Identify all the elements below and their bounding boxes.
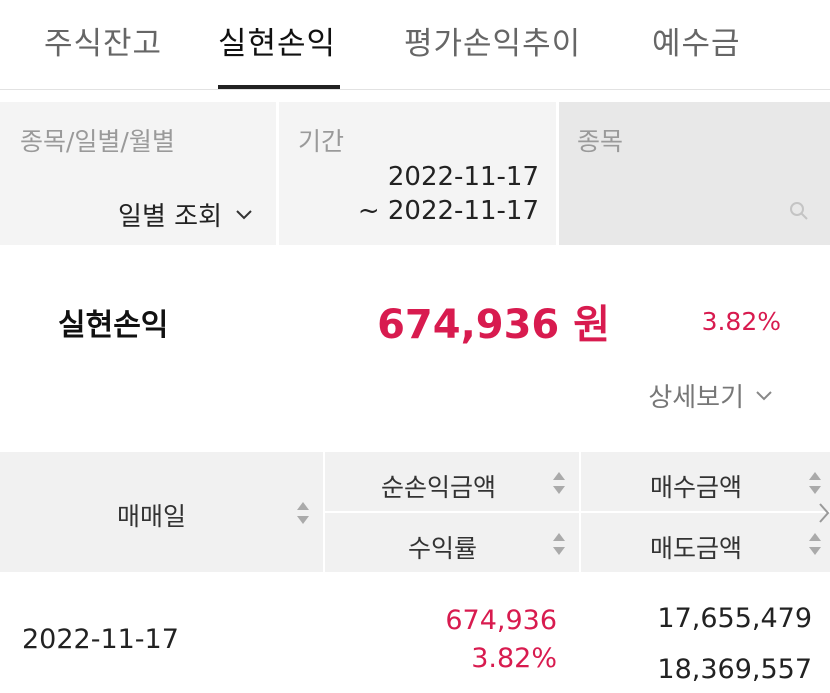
sort-icon[interactable] <box>552 531 566 557</box>
row-sell-amount: 18,369,557 <box>657 654 812 685</box>
table-row[interactable]: 2022-11-17 674,936 3.82% 17,655,479 18,3… <box>0 572 830 693</box>
stock-search-filter[interactable]: 종목 <box>559 102 830 245</box>
tab-bar: 주식잔고 실현손익 평가손익추이 예수금 <box>0 0 830 90</box>
query-type-filter[interactable]: 종목/일별/월별 일별 조회 <box>0 102 276 245</box>
chevron-down-icon <box>236 209 252 219</box>
tab-stock-balance[interactable]: 주식잔고 <box>44 18 162 63</box>
header-sell-amount: 매도금액 <box>650 534 743 563</box>
sort-icon[interactable] <box>552 470 566 496</box>
search-icon[interactable] <box>788 200 810 222</box>
summary-title: 실현손익 <box>58 308 169 343</box>
sort-icon[interactable] <box>808 470 822 496</box>
row-trade-date: 2022-11-17 <box>22 624 179 655</box>
detail-toggle-label: 상세보기 <box>648 383 744 413</box>
header-divider <box>325 511 830 513</box>
chevron-down-icon <box>756 390 772 400</box>
chevron-right-icon[interactable] <box>817 500 830 526</box>
table-header: 매매일 순손익금액 수익률 매수금액 매도금액 <box>0 452 830 572</box>
header-net-profit: 순손익금액 <box>381 473 497 502</box>
tab-deposit[interactable]: 예수금 <box>652 18 741 63</box>
header-profit-rate: 수익률 <box>408 534 478 563</box>
active-tab-indicator <box>218 85 340 89</box>
period-label: 기간 <box>298 127 345 156</box>
query-type-select[interactable]: 일별 조회 <box>118 196 254 233</box>
sort-icon[interactable] <box>808 531 822 557</box>
query-type-label: 종목/일별/월별 <box>20 127 175 156</box>
tab-realized-profit[interactable]: 실현손익 <box>218 18 336 63</box>
header-buy-amount: 매수금액 <box>650 473 743 502</box>
realized-profit-rate: 3.82% <box>701 307 781 336</box>
stock-search-label: 종목 <box>577 127 624 156</box>
row-buy-amount: 17,655,479 <box>657 603 812 634</box>
period-filter[interactable]: 기간 2022-11-17 ~ 2022-11-17 <box>279 102 556 245</box>
realized-profit-amount: 674,936 원 <box>377 302 610 348</box>
detail-toggle-button[interactable]: 상세보기 <box>648 377 774 414</box>
header-trade-date: 매매일 <box>117 502 187 531</box>
period-start-date: 2022-11-17 <box>387 162 539 192</box>
sort-icon[interactable] <box>296 500 310 526</box>
row-net-profit: 674,936 <box>445 605 557 636</box>
query-type-value: 일별 조회 <box>118 202 222 232</box>
period-end-date: ~ 2022-11-17 <box>357 196 539 226</box>
tab-valuation-trend[interactable]: 평가손익추이 <box>404 18 581 63</box>
row-profit-rate: 3.82% <box>471 643 557 674</box>
